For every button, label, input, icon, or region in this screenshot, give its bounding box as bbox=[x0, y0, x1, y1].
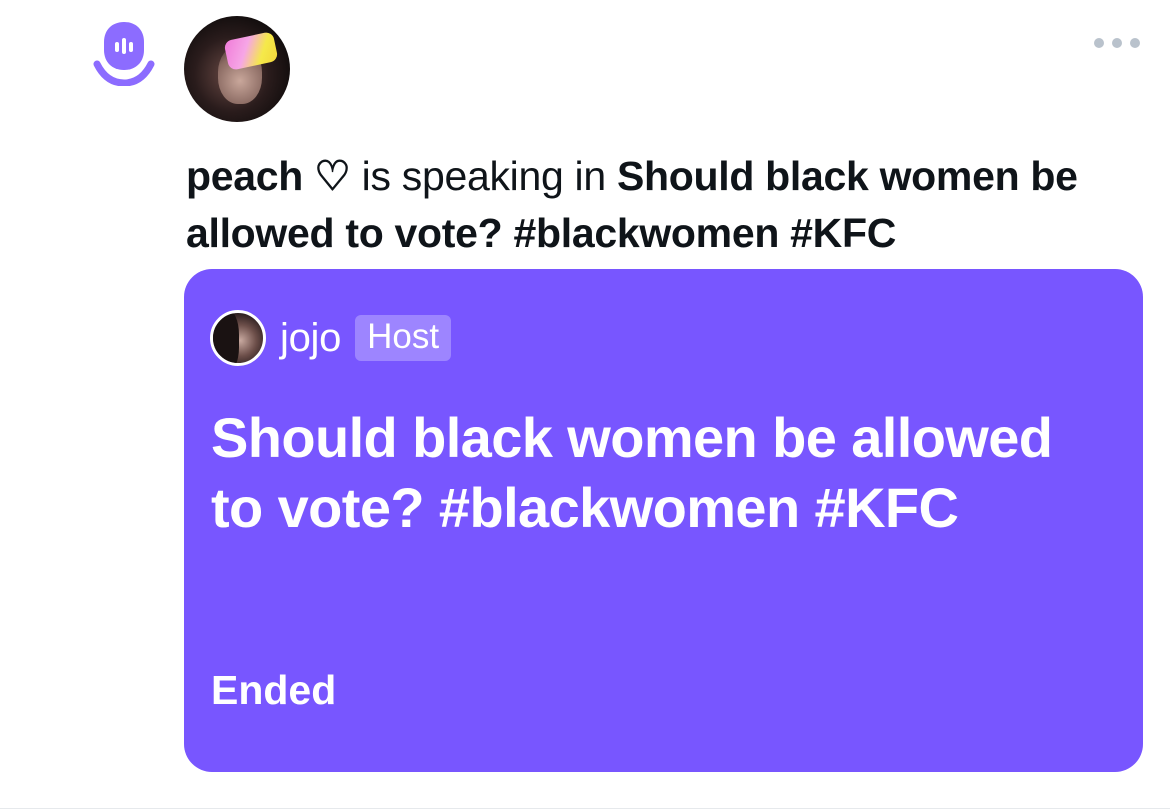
activity-text: peach ♡ is speaking in Should black wome… bbox=[186, 148, 1126, 262]
space-status: Ended bbox=[211, 667, 337, 713]
space-title: Should black women be allowed to vote? #… bbox=[211, 406, 1053, 539]
divider bbox=[0, 808, 1170, 809]
activity-user-name[interactable]: peach ♡ bbox=[186, 153, 351, 199]
host-avatar-hair bbox=[213, 313, 239, 363]
host-row: jojo Host bbox=[210, 309, 452, 367]
spaces-activity-post: peach ♡ is speaking in Should black wome… bbox=[0, 0, 1170, 811]
host-badge: Host bbox=[355, 315, 452, 361]
more-horizontal-icon[interactable] bbox=[1094, 36, 1140, 50]
host-name[interactable]: jojo bbox=[280, 316, 341, 361]
activity-verb: is speaking in bbox=[350, 153, 617, 199]
more-dot bbox=[1112, 38, 1122, 48]
spaces-microphone-face-icon bbox=[93, 22, 155, 86]
more-dot bbox=[1130, 38, 1140, 48]
space-card[interactable]: jojo Host Should black women be allowed … bbox=[184, 269, 1143, 772]
host-avatar[interactable] bbox=[210, 310, 266, 366]
avatar-glasses bbox=[223, 31, 279, 71]
user-avatar[interactable] bbox=[184, 16, 290, 122]
more-dot bbox=[1094, 38, 1104, 48]
